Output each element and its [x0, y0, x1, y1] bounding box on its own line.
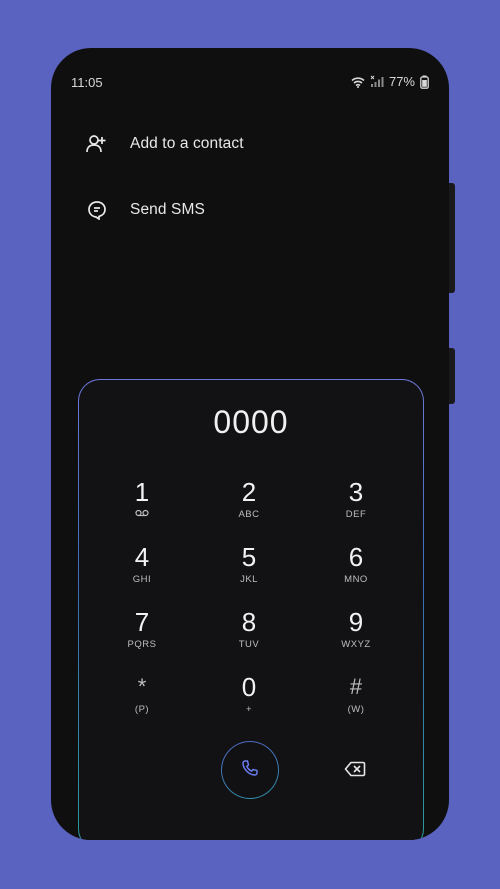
key-digit: 4: [134, 542, 150, 572]
key-letters: +: [245, 704, 253, 715]
dialed-number[interactable]: 0000: [79, 404, 423, 441]
key-letters: WXYZ: [341, 639, 371, 650]
dialpad-panel: 0000 1 2 ABC 3 DEF 4 GHI 5 JKL 6 MNO 7 P…: [78, 379, 424, 840]
key-digit: 3: [348, 477, 364, 507]
key-digit: *: [137, 674, 147, 699]
dial-key-7[interactable]: 7 PQRS: [102, 608, 182, 664]
dial-key-4[interactable]: 4 GHI: [102, 543, 182, 599]
key-digit: 6: [348, 542, 364, 572]
wifi-icon: [351, 76, 365, 88]
call-button[interactable]: [221, 741, 279, 799]
battery-percent: 77%: [388, 74, 415, 89]
key-letters: (P): [134, 704, 150, 715]
dial-key-6[interactable]: 6 MNO: [316, 543, 396, 599]
voicemail-icon: [102, 509, 182, 521]
volume-button: [449, 348, 455, 404]
phone-icon: [241, 759, 259, 782]
key-digit: 8: [241, 607, 257, 637]
key-digit: 5: [241, 542, 257, 572]
dial-key-3[interactable]: 3 DEF: [316, 478, 396, 534]
dial-key-9[interactable]: 9 WXYZ: [316, 608, 396, 664]
key-digit: 2: [241, 477, 257, 507]
battery-icon: [420, 75, 429, 89]
status-icons: 77%: [351, 74, 429, 89]
key-letters: PQRS: [127, 639, 157, 650]
key-letters: MNO: [344, 574, 368, 585]
sms-icon: [85, 198, 109, 222]
key-digit: 7: [134, 607, 150, 637]
phone-frame: 11:05 77% Add to a contact Send SMS 0000…: [51, 48, 449, 840]
key-letters: TUV: [238, 639, 260, 650]
key-letters: GHI: [132, 574, 152, 585]
dial-key-star[interactable]: * (P): [102, 673, 182, 729]
backspace-icon: [344, 761, 366, 781]
dial-key-0[interactable]: 0 +: [209, 673, 289, 729]
key-letters: JKL: [240, 574, 258, 585]
send-sms-item[interactable]: Send SMS: [85, 195, 205, 225]
dial-key-hash[interactable]: # (W): [316, 673, 396, 729]
dial-key-8[interactable]: 8 TUV: [209, 608, 289, 664]
key-letters: ABC: [238, 509, 260, 520]
key-digit: 9: [348, 607, 364, 637]
send-sms-label: Send SMS: [130, 201, 205, 218]
power-button: [449, 183, 455, 293]
status-bar: 11:05 77%: [51, 48, 449, 108]
add-to-contact-item[interactable]: Add to a contact: [85, 129, 244, 159]
key-digit: 1: [134, 477, 150, 507]
dial-key-5[interactable]: 5 JKL: [209, 543, 289, 599]
add-contact-icon: [85, 132, 109, 156]
backspace-button[interactable]: [344, 761, 368, 779]
key-letters: DEF: [345, 509, 367, 520]
status-time: 11:05: [71, 75, 103, 90]
key-letters: (W): [347, 704, 365, 715]
add-to-contact-label: Add to a contact: [130, 135, 244, 152]
key-digit: #: [349, 674, 363, 699]
signal-icon: [370, 75, 384, 88]
dial-key-2[interactable]: 2 ABC: [209, 478, 289, 534]
dial-key-1[interactable]: 1: [102, 478, 182, 534]
key-digit: 0: [241, 672, 257, 702]
